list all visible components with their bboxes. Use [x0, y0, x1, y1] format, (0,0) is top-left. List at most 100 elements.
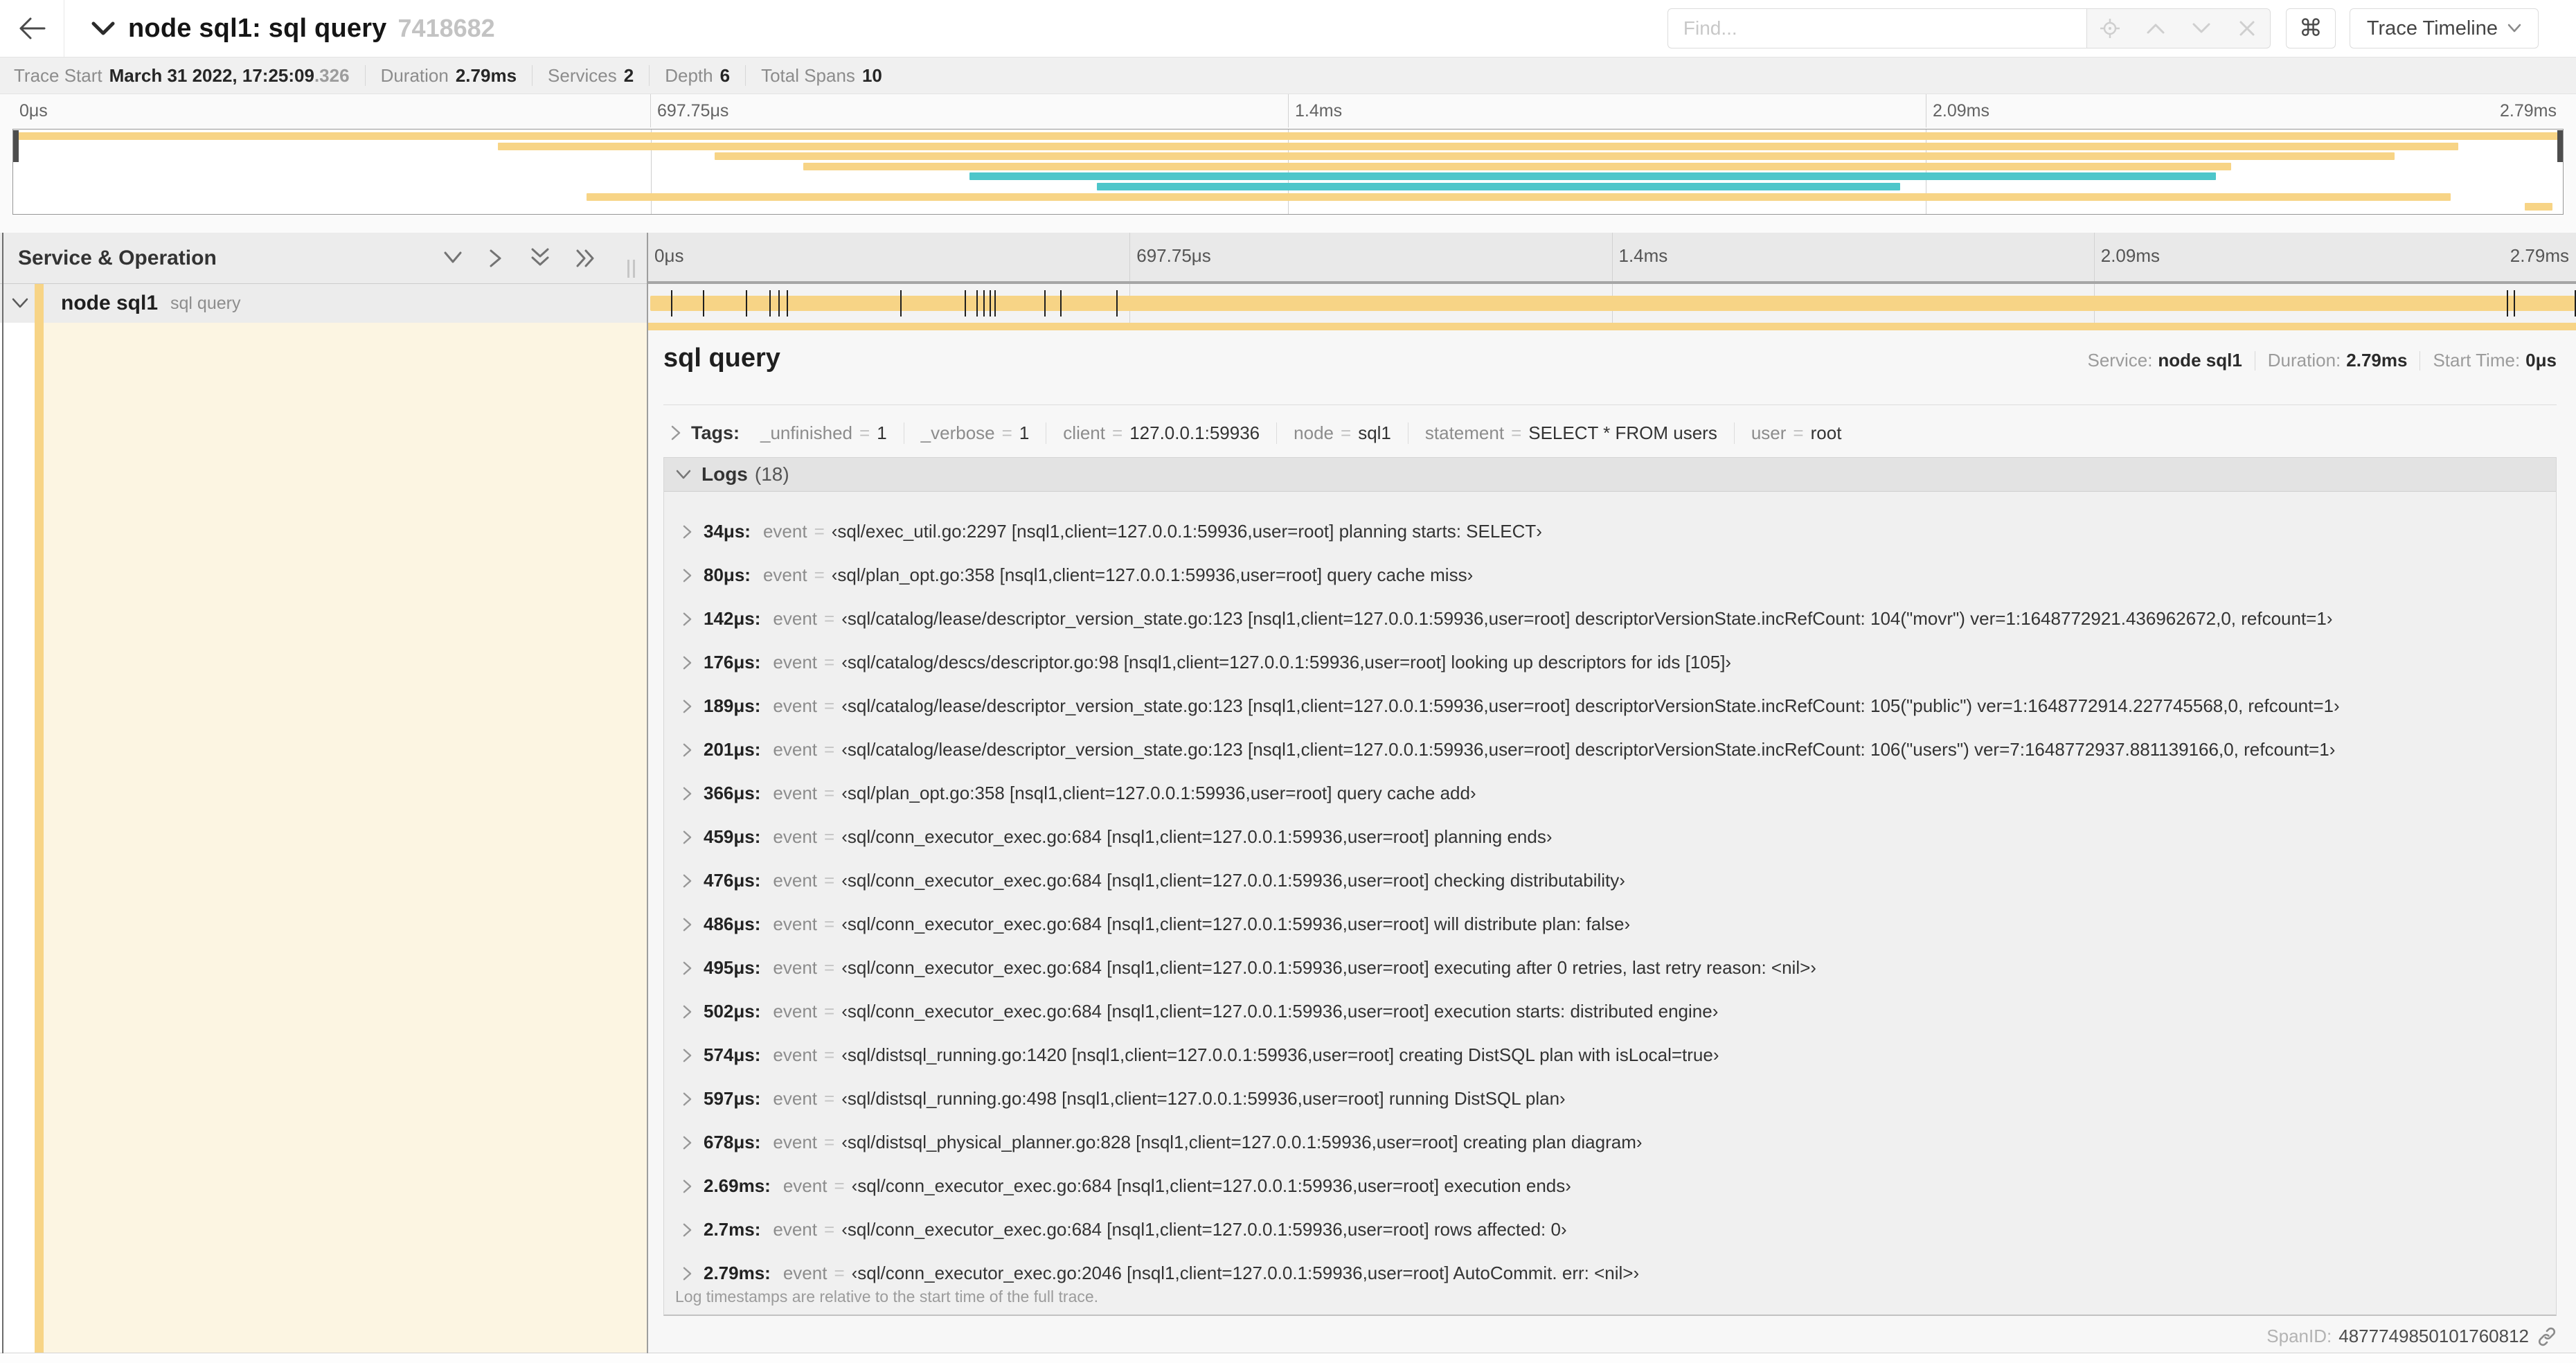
log-entry[interactable]: 678μs: event = ‹sql/distsql_physical_pla… [664, 1121, 2556, 1164]
find-prev-icon[interactable] [2133, 9, 2179, 48]
find-next-icon[interactable] [2179, 9, 2224, 48]
log-field-value: ‹sql/catalog/descs/descriptor.go:98 [nsq… [841, 652, 1732, 672]
expand-one-icon[interactable] [488, 247, 505, 270]
log-field-value: ‹sql/catalog/lease/descriptor_version_st… [841, 695, 2340, 716]
tags-label: Tags: [691, 422, 740, 443]
minimap-tick-label: 0μs [19, 101, 48, 121]
log-equals: = [824, 1088, 835, 1109]
log-marker-tick [983, 290, 985, 317]
span-collapse-chevron-icon[interactable] [11, 297, 29, 310]
log-entry[interactable]: 80μs: event = ‹sql/plan_opt.go:358 [nsql… [664, 553, 2556, 597]
summary-value: 6 [719, 64, 731, 86]
tag-equals: = [1511, 422, 1522, 443]
back-button[interactable] [0, 0, 64, 57]
log-marker-tick [670, 290, 672, 317]
span-id-label: SpanID: [2266, 1326, 2332, 1346]
deep-link-icon[interactable] [2537, 1327, 2557, 1346]
logs-header[interactable]: Logs (18) [664, 458, 2556, 492]
log-entry[interactable]: 2.7ms: event = ‹sql/conn_executor_exec.g… [664, 1208, 2556, 1251]
log-entry[interactable]: 476μs: event = ‹sql/conn_executor_exec.g… [664, 859, 2556, 902]
span-row-track[interactable] [647, 284, 2576, 323]
timeline-tick-label: 697.75μs [1136, 245, 1211, 266]
chevron-right-icon [682, 917, 692, 932]
summary-item: Services 2 [548, 65, 634, 87]
log-field-value: ‹sql/distsql_running.go:1420 [nsql1,clie… [841, 1044, 1719, 1065]
log-marker-tick [900, 290, 902, 317]
summary-separator [364, 65, 366, 86]
log-field-value: ‹sql/conn_executor_exec.go:684 [nsql1,cl… [841, 826, 1553, 847]
log-field-value: ‹sql/conn_executor_exec.go:684 [nsql1,cl… [851, 1175, 1571, 1196]
log-entry[interactable]: 486μs: event = ‹sql/conn_executor_exec.g… [664, 902, 2556, 946]
collapse-one-icon[interactable] [441, 250, 465, 267]
find-input[interactable] [1667, 8, 2086, 48]
page-title: node sql1: sql query [128, 13, 387, 43]
span-operation-name: sql query [170, 293, 241, 313]
chevron-right-icon [682, 612, 692, 627]
chevron-right-icon [682, 786, 692, 801]
tag-equals: = [859, 422, 870, 443]
log-entry[interactable]: 2.69ms: event = ‹sql/conn_executor_exec.… [664, 1164, 2556, 1208]
keyboard-shortcuts-button[interactable]: ⌘ [2285, 8, 2336, 48]
log-entry[interactable]: 502μs: event = ‹sql/conn_executor_exec.g… [664, 990, 2556, 1033]
log-entry[interactable]: 597μs: event = ‹sql/distsql_running.go:4… [664, 1077, 2556, 1121]
log-equals: = [824, 1044, 835, 1065]
logs-count: (18) [754, 463, 789, 485]
column-divider[interactable] [647, 233, 648, 1353]
log-marker-tick [769, 290, 771, 317]
detail-region: sql query Service: node sql1 Duration: 2.79… [0, 323, 2576, 1353]
log-entry[interactable]: 574μs: event = ‹sql/distsql_running.go:1… [664, 1033, 2556, 1077]
log-timestamp: 176μs: [704, 652, 761, 672]
log-timestamp: 201μs: [704, 739, 761, 760]
summary-separator [745, 65, 746, 86]
minimap-range-handle-left[interactable] [13, 130, 19, 162]
tag-value: sql1 [1358, 422, 1391, 443]
trace-minimap[interactable] [12, 129, 2564, 215]
expand-all-icon[interactable] [575, 247, 598, 270]
summary-value-fraction: .326 [314, 64, 350, 86]
log-marker-tick [994, 290, 996, 317]
log-entry[interactable]: 366μs: event = ‹sql/plan_opt.go:358 [nsq… [664, 772, 2556, 815]
log-entry[interactable]: 189μs: event = ‹sql/catalog/lease/descri… [664, 684, 2556, 728]
chevron-right-icon [682, 1135, 692, 1150]
log-equals: = [824, 826, 835, 847]
span-color-accent [35, 284, 44, 323]
chevron-right-icon [682, 1048, 692, 1063]
minimap-span-bar [714, 152, 2395, 161]
log-entry[interactable]: 34μs: event = ‹sql/exec_util.go:2297 [ns… [664, 510, 2556, 553]
service-operation-header: Service & Operation [0, 233, 647, 284]
summary-label: Services [548, 64, 617, 86]
chevron-right-icon [682, 1179, 692, 1194]
span-id-row: SpanID: 4877749850101760812 [2266, 1326, 2557, 1347]
overview-label: Duration: [2267, 350, 2341, 371]
log-field-value: ‹sql/plan_opt.go:358 [nsql1,client=127.0… [841, 783, 1476, 803]
span-row-label[interactable]: node sql1 sql query [0, 284, 647, 323]
minimap-tick-label: 1.4ms [1295, 101, 1343, 121]
axis-gridline [1611, 233, 1613, 281]
logs-note: Log timestamps are relative to the start… [675, 1288, 1099, 1306]
tag-key: user [1751, 422, 1787, 443]
timeline-tick-label: 0μs [654, 245, 684, 266]
bottom-scrollbar-track[interactable] [0, 1353, 2576, 1363]
collapse-all-icon[interactable] [528, 247, 552, 269]
log-entry[interactable]: 176μs: event = ‹sql/catalog/descs/descri… [664, 641, 2556, 684]
minimap-range-handle-right[interactable] [2557, 130, 2563, 162]
log-equals: = [824, 783, 835, 803]
log-entry[interactable]: 495μs: event = ‹sql/conn_executor_exec.g… [664, 946, 2556, 990]
log-entry[interactable]: 142μs: event = ‹sql/catalog/lease/descri… [664, 597, 2556, 641]
trace-collapse-chevron-icon[interactable] [91, 20, 116, 37]
trace-view-selector-button[interactable]: Trace Timeline [2349, 8, 2539, 48]
find-clear-icon[interactable] [2224, 9, 2270, 48]
detail-row-left-gutter [0, 323, 647, 1353]
match-scope-icon[interactable] [2087, 9, 2133, 48]
tag-key: client [1063, 422, 1105, 443]
axis-gridline [1288, 94, 1289, 127]
tag-item: client = 127.0.0.1:59936 [1046, 422, 1276, 444]
log-marker-tick [1059, 290, 1062, 317]
summary-label: Total Spans [761, 64, 855, 86]
log-equals: = [824, 739, 835, 760]
log-entry[interactable]: 459μs: event = ‹sql/conn_executor_exec.g… [664, 815, 2556, 859]
log-entry[interactable]: 201μs: event = ‹sql/catalog/lease/descri… [664, 728, 2556, 772]
column-resizer[interactable] [627, 260, 635, 278]
chevron-right-icon [682, 1004, 692, 1019]
tags-accordian[interactable]: Tags: _unfinished = 1 _verbose = 1 client = 127.… [663, 414, 2557, 452]
